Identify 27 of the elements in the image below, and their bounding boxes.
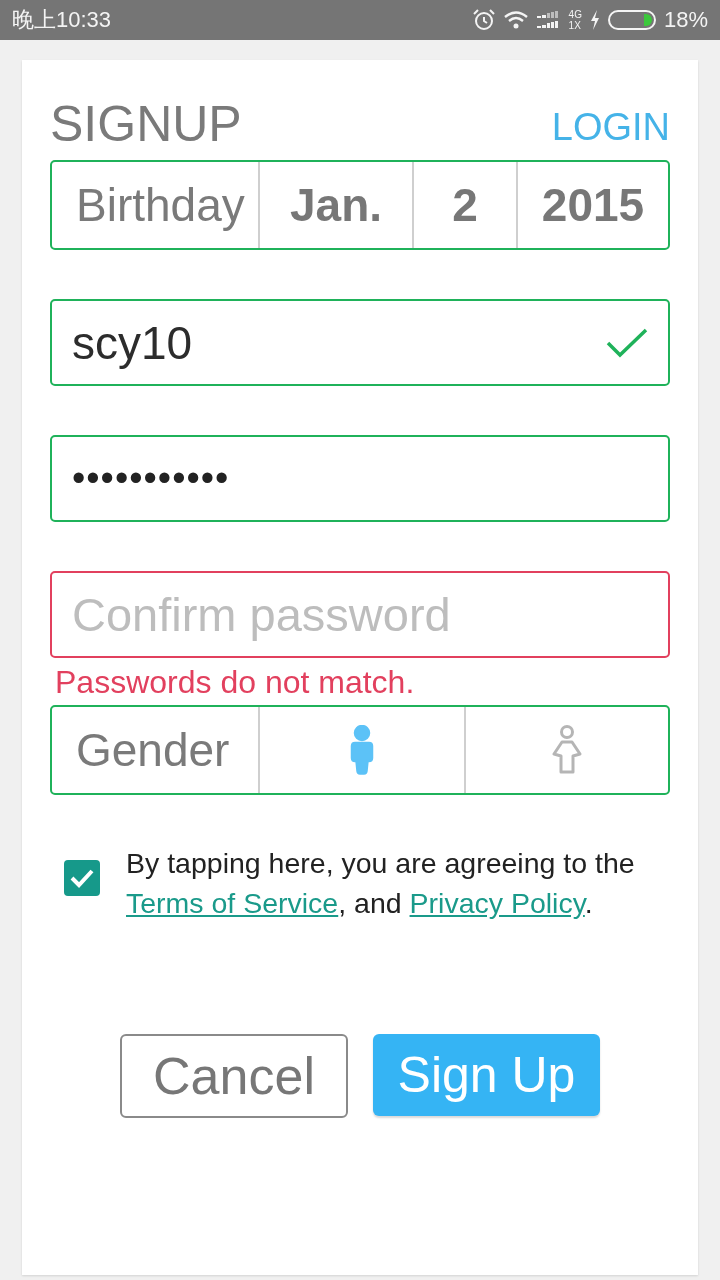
sign-up-button[interactable]: Sign Up	[373, 1034, 600, 1116]
alarm-clock-icon	[472, 9, 495, 31]
username-field[interactable]: scy10	[50, 299, 670, 386]
network-type-text: 4G	[568, 9, 582, 20]
agreement-link[interactable]: Privacy Policy	[409, 887, 585, 919]
male-person-icon	[349, 725, 375, 775]
charging-bolt-icon	[589, 10, 600, 30]
signal-bars-icon	[536, 10, 561, 30]
year-selector[interactable]: 2015	[516, 162, 668, 248]
day-selector[interactable]: 2	[412, 162, 516, 248]
signup-title: SIGNUP	[50, 95, 242, 154]
agreement-text: By tapping here, you are agreeing to the Terms of Service, and Privacy Policy.	[126, 846, 636, 921]
login-link[interactable]: LOGIN	[551, 102, 670, 152]
birthday-label: Birthday	[75, 178, 246, 233]
month-selector[interactable]: Jan.	[258, 162, 412, 248]
cancel-button[interactable]: Cancel	[120, 1034, 348, 1118]
password-field[interactable]: •••••••••••	[50, 435, 670, 522]
checkbox[interactable]	[64, 860, 100, 896]
status-time: 晚上10:33	[12, 6, 112, 34]
battery-icon	[607, 10, 656, 30]
agreement-link[interactable]: Terms of Service	[126, 887, 339, 919]
network-type-text: 1X	[568, 20, 582, 31]
battery-percent: 18%	[663, 7, 708, 33]
gender-label: Gender	[75, 723, 231, 778]
female-person-icon	[552, 725, 582, 775]
wifi-icon	[502, 10, 529, 30]
error-message: Passwords do not match.	[54, 663, 416, 702]
